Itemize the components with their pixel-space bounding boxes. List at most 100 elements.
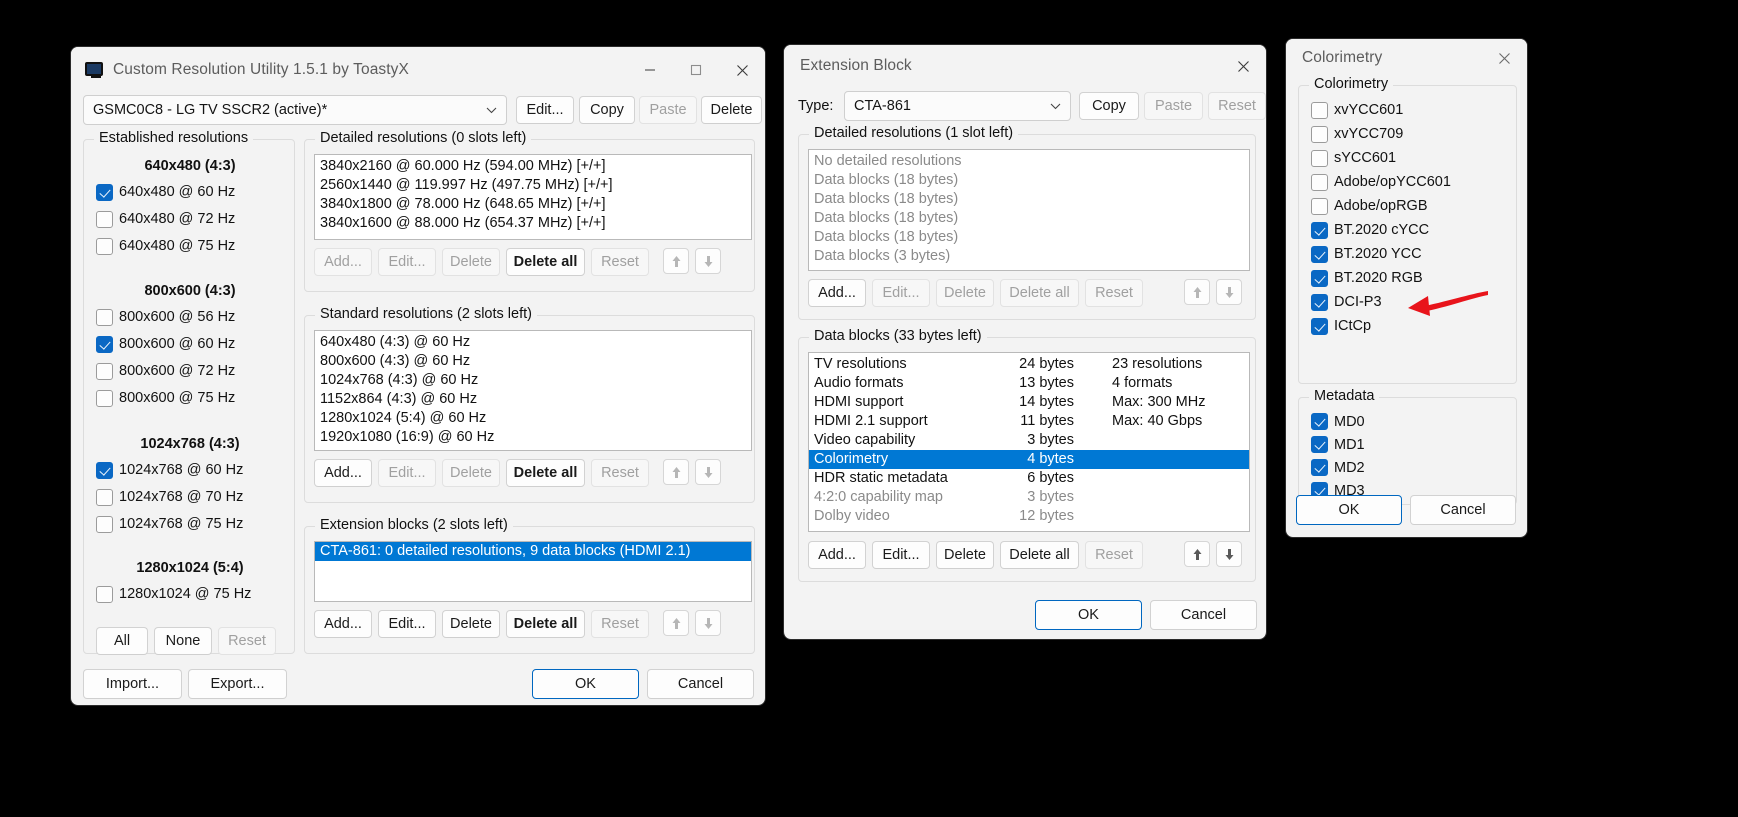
delete-button[interactable]: Delete bbox=[701, 96, 762, 124]
standard-legend: Standard resolutions (2 slots left) bbox=[315, 306, 537, 322]
table-row[interactable]: Dolby video 12 bytes bbox=[809, 507, 1249, 526]
minimize-icon[interactable] bbox=[627, 47, 673, 93]
list-item[interactable]: Data blocks (18 bytes) bbox=[809, 190, 1249, 209]
checkbox-box bbox=[1311, 436, 1328, 453]
list-item[interactable]: Data blocks (18 bytes) bbox=[809, 228, 1249, 247]
import-button[interactable]: Import... bbox=[83, 669, 182, 699]
checkbox-box bbox=[96, 461, 113, 479]
delete-all-button[interactable]: Delete all bbox=[506, 248, 585, 276]
checkbox-box bbox=[1311, 293, 1328, 311]
copy-button[interactable]: Copy bbox=[579, 96, 635, 124]
reset-button: Reset bbox=[1085, 541, 1143, 569]
checkbox-1024x768-75[interactable]: 1024x768 @ 75 Hz bbox=[96, 512, 284, 536]
list-item[interactable]: 2560x1440 @ 119.997 Hz (497.75 MHz) [+/+… bbox=[315, 176, 751, 195]
cancel-button[interactable]: Cancel bbox=[1410, 495, 1516, 525]
delete-button[interactable]: Delete bbox=[936, 541, 994, 569]
list-item[interactable]: 1280x1024 (5:4) @ 60 Hz bbox=[315, 409, 751, 428]
checkbox-bt2020-rgb[interactable]: BT.2020 RGB bbox=[1311, 266, 1451, 290]
ext-detailed-resolutions-list[interactable]: No detailed resolutions Data blocks (18 … bbox=[808, 149, 1250, 271]
table-row[interactable]: HDMI 2.1 support 11 bytes Max: 40 Gbps bbox=[809, 412, 1249, 431]
none-button[interactable]: None bbox=[154, 627, 212, 655]
list-item[interactable]: 3840x1600 @ 88.000 Hz (654.37 MHz) [+/+] bbox=[315, 214, 751, 233]
list-item[interactable]: No detailed resolutions bbox=[809, 152, 1249, 171]
table-row[interactable]: HDMI support 14 bytes Max: 300 MHz bbox=[809, 393, 1249, 412]
checkbox-md0[interactable]: MD0 bbox=[1311, 410, 1365, 433]
data-blocks-list[interactable]: TV resolutions 24 bytes 23 resolutions A… bbox=[808, 352, 1250, 532]
ok-button[interactable]: OK bbox=[532, 669, 639, 699]
list-item[interactable]: 3840x1800 @ 78.000 Hz (648.65 MHz) [+/+] bbox=[315, 195, 751, 214]
checkbox-800x600-60[interactable]: 800x600 @ 60 Hz bbox=[96, 332, 284, 356]
checkbox-sycc601[interactable]: sYCC601 bbox=[1311, 146, 1451, 170]
display-combo[interactable]: GSMC0C8 - LG TV SSCR2 (active)* bbox=[83, 95, 507, 125]
checkbox-640x480-60[interactable]: 640x480 @ 60 Hz bbox=[96, 180, 284, 204]
export-button[interactable]: Export... bbox=[188, 669, 287, 699]
edit-button[interactable]: Edit... bbox=[378, 610, 436, 638]
table-row[interactable]: HDR static metadata 6 bytes bbox=[809, 469, 1249, 488]
checkbox-xvycc601[interactable]: xvYCC601 bbox=[1311, 98, 1451, 122]
close-icon[interactable] bbox=[719, 47, 765, 93]
table-row[interactable]: TV resolutions 24 bytes 23 resolutions bbox=[809, 355, 1249, 374]
standard-resolutions-list[interactable]: 640x480 (4:3) @ 60 Hz 800x600 (4:3) @ 60… bbox=[314, 330, 752, 451]
table-row[interactable]: 4:2:0 capability map 3 bytes bbox=[809, 488, 1249, 507]
delete-all-button[interactable]: Delete all bbox=[506, 459, 585, 487]
established-group-heading: 1024x768 (4:3) bbox=[140, 436, 240, 452]
block-size: 3 bytes bbox=[1027, 432, 1074, 448]
cancel-button[interactable]: Cancel bbox=[647, 669, 754, 699]
checkbox-md1[interactable]: MD1 bbox=[1311, 433, 1365, 456]
table-row[interactable]: Video capability 3 bytes bbox=[809, 431, 1249, 450]
add-button[interactable]: Add... bbox=[314, 610, 372, 638]
list-item[interactable]: Data blocks (18 bytes) bbox=[809, 209, 1249, 228]
add-button[interactable]: Add... bbox=[314, 459, 372, 487]
extension-blocks-list[interactable]: CTA-861: 0 detailed resolutions, 9 data … bbox=[314, 541, 752, 602]
add-button[interactable]: Add... bbox=[808, 541, 866, 569]
data-blocks-buttons: Add... Edit... Delete Delete all Reset bbox=[808, 541, 1143, 569]
checkbox-md2[interactable]: MD2 bbox=[1311, 456, 1365, 479]
checkbox-adobe-oprgb[interactable]: Adobe/opRGB bbox=[1311, 194, 1451, 218]
move-up-button[interactable] bbox=[1184, 541, 1210, 567]
table-row-selected[interactable]: Colorimetry 4 bytes bbox=[809, 450, 1249, 469]
edit-button[interactable]: Edit... bbox=[872, 541, 930, 569]
delete-button[interactable]: Delete bbox=[442, 610, 500, 638]
list-item[interactable]: 1152x864 (4:3) @ 60 Hz bbox=[315, 390, 751, 409]
list-item[interactable]: 1920x1080 (16:9) @ 60 Hz bbox=[315, 428, 751, 447]
delete-all-button[interactable]: Delete all bbox=[1000, 541, 1079, 569]
checkbox-800x600-75[interactable]: 800x600 @ 75 Hz bbox=[96, 386, 284, 410]
checkbox-640x480-75[interactable]: 640x480 @ 75 Hz bbox=[96, 234, 284, 258]
checkbox-xvycc709[interactable]: xvYCC709 bbox=[1311, 122, 1451, 146]
checkbox-bt2020-ycc[interactable]: BT.2020 YCC bbox=[1311, 242, 1451, 266]
monitor-icon bbox=[85, 61, 103, 79]
copy-button[interactable]: Copy bbox=[1079, 92, 1139, 120]
add-button[interactable]: Add... bbox=[808, 279, 866, 307]
checkbox-800x600-56[interactable]: 800x600 @ 56 Hz bbox=[96, 305, 284, 329]
list-item[interactable]: Data blocks (3 bytes) bbox=[809, 247, 1249, 266]
close-icon[interactable] bbox=[1220, 45, 1266, 87]
type-combo[interactable]: CTA-861 bbox=[844, 91, 1071, 121]
checkbox-1024x768-70[interactable]: 1024x768 @ 70 Hz bbox=[96, 485, 284, 509]
list-item[interactable]: 640x480 (4:3) @ 60 Hz bbox=[315, 333, 751, 352]
checkbox-ictcp[interactable]: ICtCp bbox=[1311, 314, 1451, 338]
cancel-button[interactable]: Cancel bbox=[1150, 600, 1257, 630]
delete-all-button[interactable]: Delete all bbox=[506, 610, 585, 638]
move-down-button[interactable] bbox=[1216, 541, 1242, 567]
maximize-icon[interactable] bbox=[673, 47, 719, 93]
checkbox-adobe-opycc601[interactable]: Adobe/opYCC601 bbox=[1311, 170, 1451, 194]
all-button[interactable]: All bbox=[96, 627, 148, 655]
edit-button[interactable]: Edit... bbox=[516, 96, 574, 124]
ok-button[interactable]: OK bbox=[1035, 600, 1142, 630]
checkbox-dci-p3[interactable]: DCI-P3 bbox=[1311, 290, 1451, 314]
checkbox-1024x768-60[interactable]: 1024x768 @ 60 Hz bbox=[96, 458, 284, 482]
ok-button[interactable]: OK bbox=[1296, 495, 1402, 525]
list-item[interactable]: 1024x768 (4:3) @ 60 Hz bbox=[315, 371, 751, 390]
checkbox-800x600-72[interactable]: 800x600 @ 72 Hz bbox=[96, 359, 284, 383]
detailed-resolutions-list[interactable]: 3840x2160 @ 60.000 Hz (594.00 MHz) [+/+]… bbox=[314, 154, 752, 240]
checkbox-1280x1024-75[interactable]: 1280x1024 @ 75 Hz bbox=[96, 582, 284, 606]
list-item[interactable]: 3840x2160 @ 60.000 Hz (594.00 MHz) [+/+] bbox=[315, 157, 751, 176]
table-row[interactable]: Audio formats 13 bytes 4 formats bbox=[809, 374, 1249, 393]
close-icon[interactable] bbox=[1481, 39, 1527, 77]
list-item[interactable]: Data blocks (18 bytes) bbox=[809, 171, 1249, 190]
checkbox-640x480-72[interactable]: 640x480 @ 72 Hz bbox=[96, 207, 284, 231]
checkbox-bt2020-cycc[interactable]: BT.2020 cYCC bbox=[1311, 218, 1451, 242]
list-item[interactable]: CTA-861: 0 detailed resolutions, 9 data … bbox=[315, 542, 751, 561]
ext-detailed-resolutions-group: Detailed resolutions (1 slot left) No de… bbox=[798, 125, 1256, 320]
list-item[interactable]: 800x600 (4:3) @ 60 Hz bbox=[315, 352, 751, 371]
